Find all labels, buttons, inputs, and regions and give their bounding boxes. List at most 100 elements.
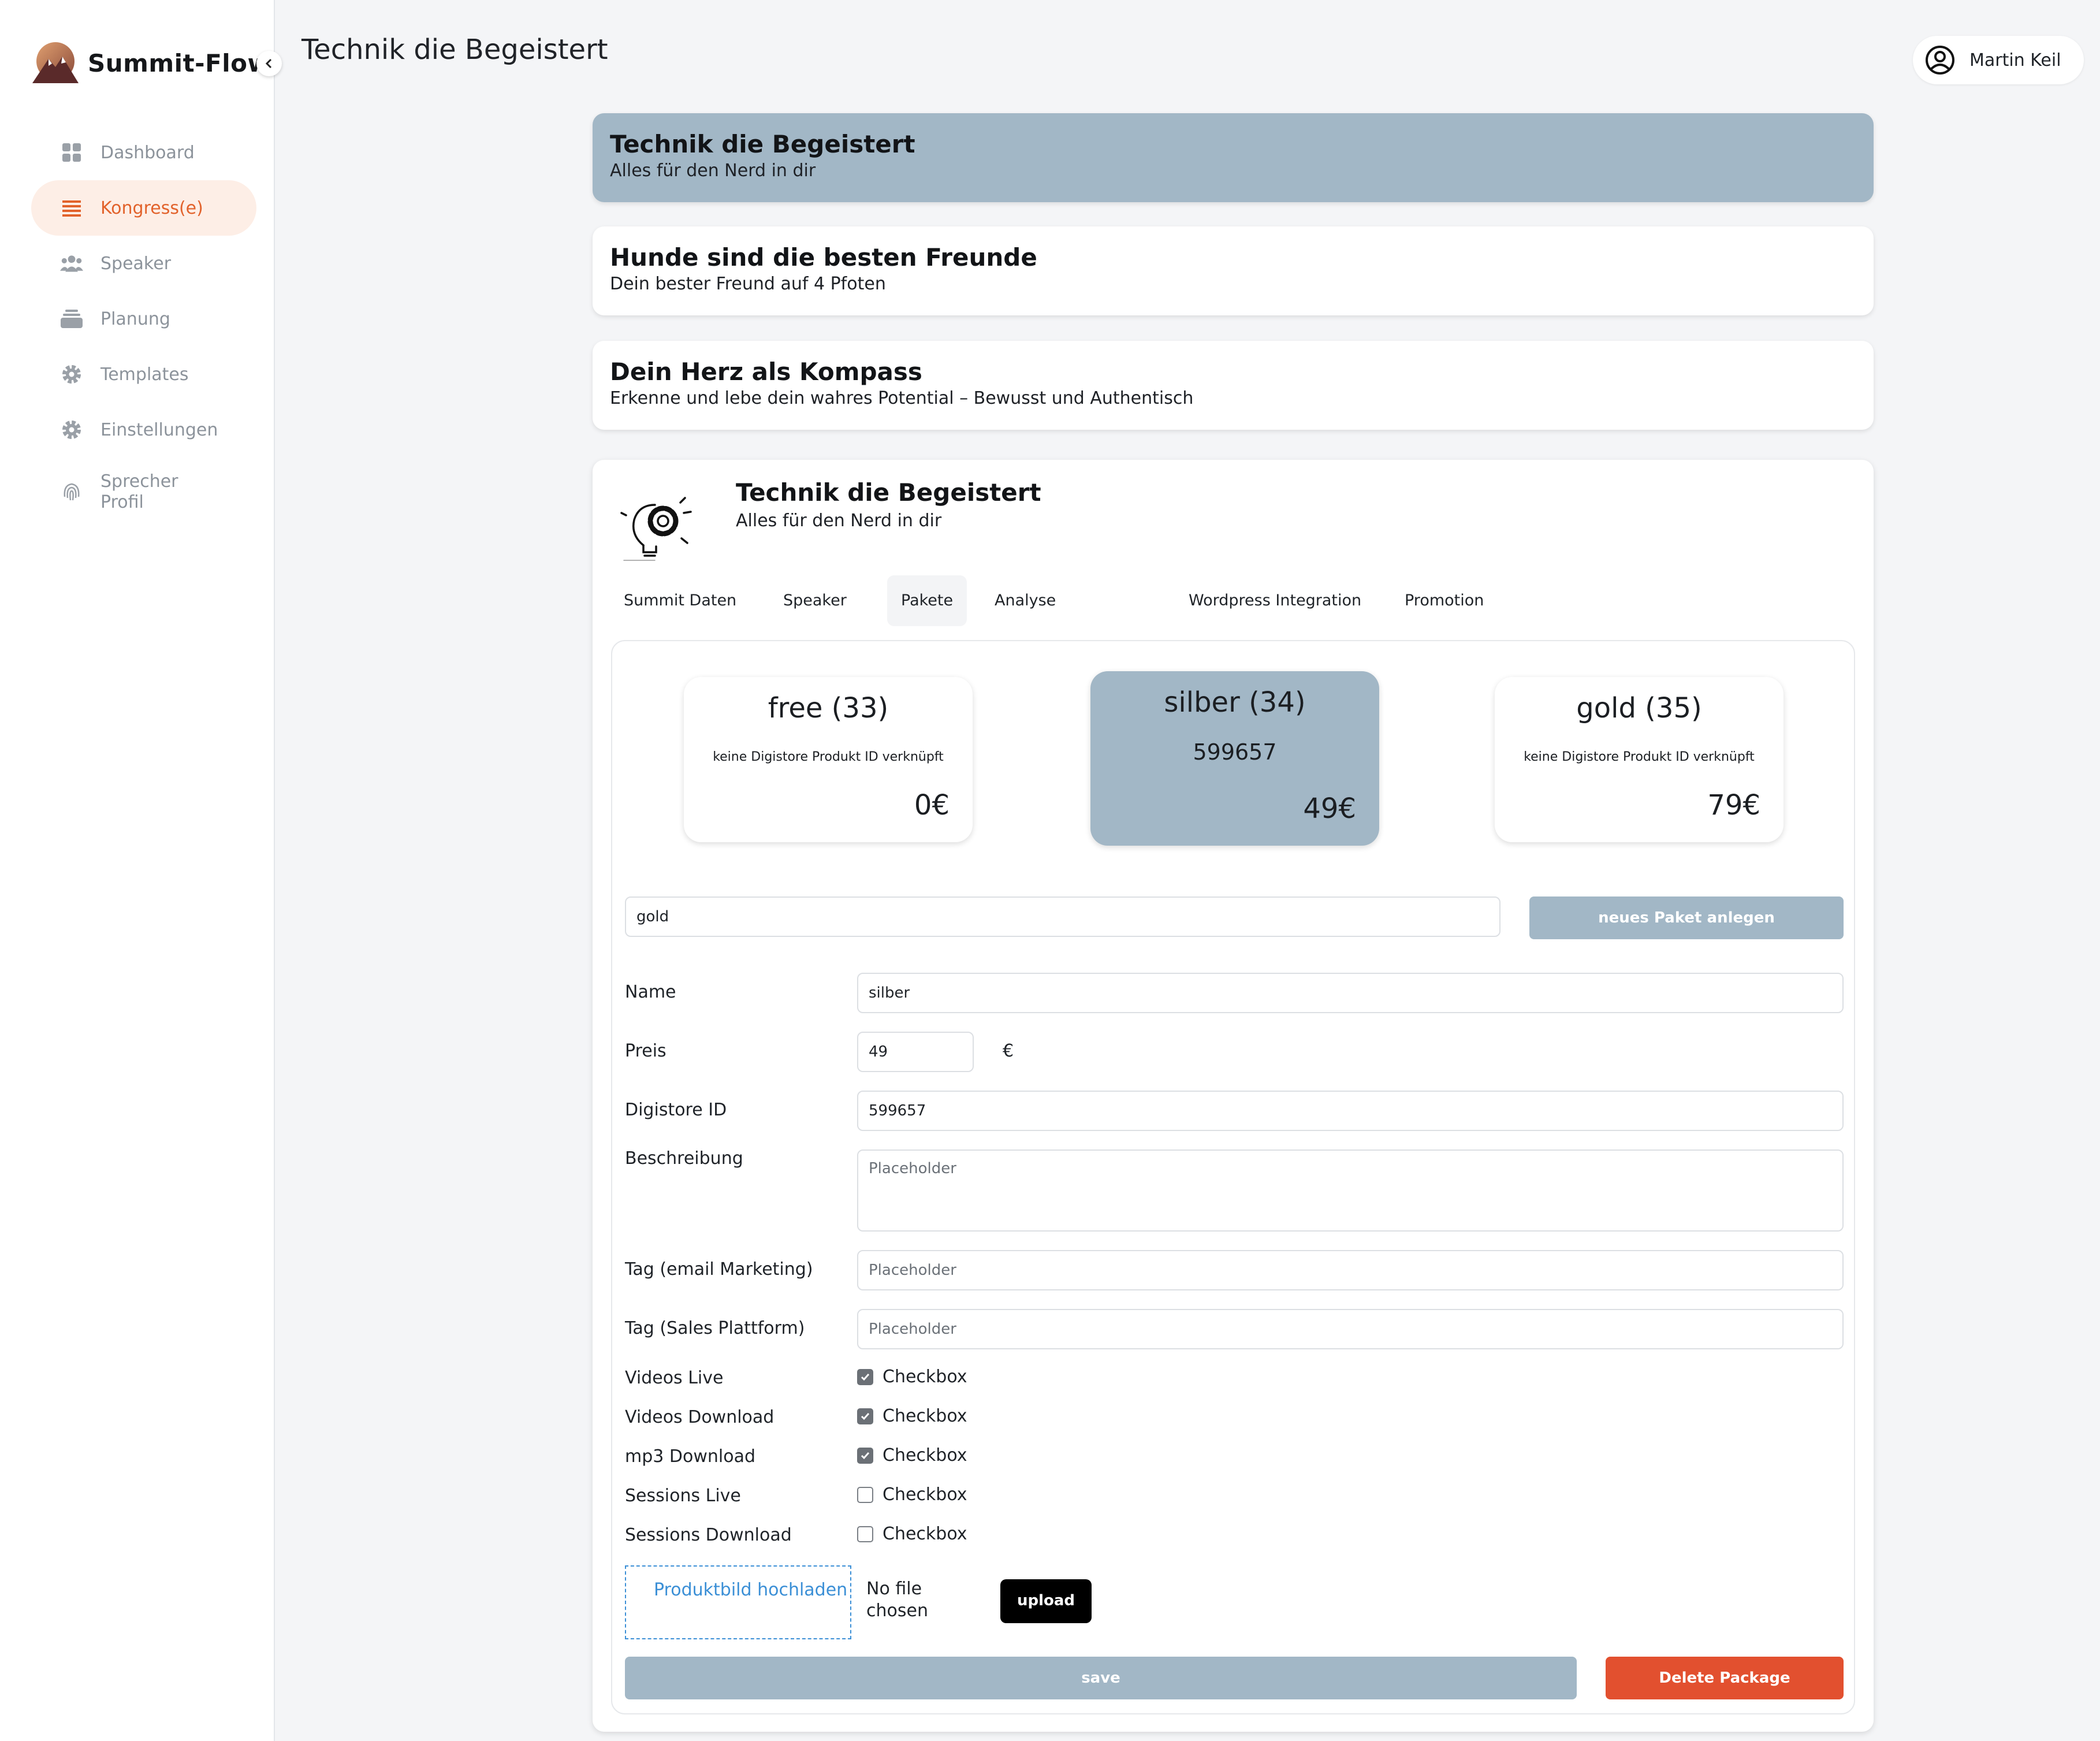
- congress-title: Technik die Begeistert: [610, 130, 915, 158]
- sidebar-item-label: Planung: [100, 308, 170, 329]
- name-label: Name: [625, 982, 676, 1002]
- tab-promotion[interactable]: Promotion: [1391, 575, 1498, 626]
- detail-title: Technik die Begeistert: [736, 478, 1041, 507]
- stack-icon: [60, 307, 83, 330]
- package-card-silber[interactable]: silber (34) 599657 49€: [1090, 671, 1379, 846]
- package-card-gold[interactable]: gold (35) keine Digistore Produkt ID ver…: [1495, 677, 1783, 842]
- detail-subtitle: Alles für den Nerd in dir: [736, 511, 942, 531]
- package-digistore-id: 599657: [1193, 739, 1277, 765]
- videos-live-checkbox[interactable]: [857, 1368, 873, 1385]
- logo[interactable]: Summit-Flow: [31, 42, 270, 84]
- tab-analyse[interactable]: Analyse: [981, 575, 1070, 626]
- fingerprint-icon: [60, 481, 83, 504]
- congress-card[interactable]: Dein Herz als Kompass Erkenne und lebe d…: [593, 341, 1874, 430]
- package-name: free (33): [768, 692, 889, 724]
- tag-sales-field[interactable]: Placeholder: [857, 1309, 1844, 1349]
- checkbox-text: Checkbox: [883, 1406, 967, 1426]
- digistore-id-label: Digistore ID: [625, 1100, 727, 1120]
- sessions-download-checkbox[interactable]: [857, 1526, 873, 1542]
- mp3-download-checkbox[interactable]: [857, 1447, 873, 1464]
- user-avatar-icon: [1926, 46, 1954, 75]
- checkmark-icon: [861, 1412, 870, 1420]
- file-status: No file chosen: [866, 1579, 928, 1621]
- videos-download-label: Videos Download: [625, 1407, 775, 1427]
- sidebar-item-planung[interactable]: Planung: [31, 291, 256, 347]
- sidebar-item-einstellungen[interactable]: Einstellungen: [31, 402, 256, 457]
- sessions-live-label: Sessions Live: [625, 1486, 741, 1506]
- sessions-download-label: Sessions Download: [625, 1525, 792, 1545]
- congress-detail-panel: Technik die Begeistert Alles für den Ner…: [593, 460, 1874, 1732]
- sidebar-item-speaker[interactable]: Speaker: [31, 236, 256, 291]
- currency-label: €: [1003, 1041, 1014, 1061]
- congress-subtitle: Dein bester Freund auf 4 Pfoten: [610, 274, 886, 294]
- lightbulb-gear-icon: [620, 497, 692, 561]
- checkbox-text: Checkbox: [883, 1524, 967, 1544]
- detail-tabs: Summit Daten Speaker Pakete Analyse Word…: [610, 575, 1857, 626]
- digistore-id-field[interactable]: 599657: [857, 1091, 1844, 1131]
- sidebar-item-label: Einstellungen: [100, 419, 218, 440]
- congress-title: Dein Herz als Kompass: [610, 358, 922, 386]
- new-package-name-input[interactable]: gold: [625, 896, 1500, 937]
- videos-live-label: Videos Live: [625, 1368, 724, 1388]
- sidebar-item-label: Sprecher Profil: [100, 471, 178, 512]
- package-name: gold (35): [1576, 692, 1702, 724]
- package-digistore-id: keine Digistore Produkt ID verknüpft: [713, 750, 944, 764]
- new-package-button[interactable]: neues Paket anlegen: [1529, 896, 1844, 939]
- chevron-left-icon: [265, 58, 272, 69]
- videos-live-checkbox-row[interactable]: Checkbox: [857, 1367, 967, 1387]
- dashboard-icon: [60, 141, 83, 164]
- description-textarea[interactable]: Placeholder: [857, 1149, 1844, 1232]
- package-name-field[interactable]: silber: [857, 973, 1844, 1013]
- sidebar-item-label: Speaker: [100, 253, 172, 274]
- congress-title: Hunde sind die besten Freunde: [610, 243, 1037, 271]
- user-menu-button[interactable]: Martin Keil: [1913, 36, 2084, 84]
- tab-speaker[interactable]: Speaker: [769, 575, 861, 626]
- user-name: Martin Keil: [1969, 50, 2061, 70]
- sidebar-item-label: Templates: [100, 364, 189, 385]
- sidebar-item-label: Dashboard: [100, 142, 195, 163]
- checkmark-icon: [861, 1452, 870, 1459]
- congress-card[interactable]: Technik die Begeistert Alles für den Ner…: [593, 113, 1874, 202]
- delete-package-button[interactable]: Delete Package: [1606, 1657, 1844, 1699]
- package-digistore-id: keine Digistore Produkt ID verknüpft: [1524, 750, 1755, 764]
- tag-email-label: Tag (email Marketing): [625, 1259, 813, 1279]
- sidebar-item-kongresse[interactable]: Kongress(e): [31, 180, 256, 236]
- app-name: Summit-Flow: [88, 49, 270, 77]
- upload-button[interactable]: upload: [1000, 1579, 1092, 1623]
- packages-panel: free (33) keine Digistore Produkt ID ver…: [611, 640, 1855, 1714]
- sidebar-nav: Dashboard Kongress(e) Speaker Planung Te…: [31, 125, 256, 527]
- congress-subtitle: Erkenne und lebe dein wahres Potential –…: [610, 388, 1194, 408]
- congress-card[interactable]: Hunde sind die besten Freunde Dein beste…: [593, 226, 1874, 315]
- checkbox-text: Checkbox: [883, 1367, 967, 1387]
- sessions-download-checkbox-row[interactable]: Checkbox: [857, 1524, 967, 1544]
- gear-icon: [60, 363, 83, 386]
- tag-email-field[interactable]: Placeholder: [857, 1250, 1844, 1290]
- package-price: 79€: [1707, 789, 1760, 821]
- product-image-dropzone[interactable]: Produktbild hochladen: [625, 1565, 851, 1639]
- list-icon: [60, 196, 83, 220]
- save-button[interactable]: save: [625, 1657, 1577, 1699]
- sidebar: Summit-Flow Dashboard Kongress(e) Speake…: [0, 0, 282, 1741]
- package-price: 0€: [914, 789, 950, 821]
- sessions-live-checkbox-row[interactable]: Checkbox: [857, 1485, 967, 1505]
- package-card-free[interactable]: free (33) keine Digistore Produkt ID ver…: [684, 677, 973, 842]
- mp3-download-label: mp3 Download: [625, 1446, 756, 1467]
- sidebar-item-templates[interactable]: Templates: [31, 347, 256, 402]
- checkmark-icon: [861, 1373, 870, 1381]
- package-name: silber (34): [1164, 686, 1306, 719]
- videos-download-checkbox[interactable]: [857, 1408, 873, 1424]
- page-title: Technik die Begeistert: [301, 34, 608, 66]
- price-field[interactable]: 49: [857, 1032, 974, 1072]
- sidebar-item-label: Kongress(e): [100, 198, 203, 218]
- tab-wordpress-integration[interactable]: Wordpress Integration: [1175, 575, 1375, 626]
- videos-download-checkbox-row[interactable]: Checkbox: [857, 1406, 967, 1426]
- sidebar-item-sprecher-profil[interactable]: Sprecher Profil: [31, 457, 256, 527]
- congress-subtitle: Alles für den Nerd in dir: [610, 161, 816, 181]
- tab-summit-daten[interactable]: Summit Daten: [610, 575, 750, 626]
- tab-pakete[interactable]: Pakete: [887, 575, 967, 626]
- sessions-live-checkbox[interactable]: [857, 1486, 873, 1503]
- collapse-sidebar-button[interactable]: [256, 51, 282, 76]
- mp3-download-checkbox-row[interactable]: Checkbox: [857, 1445, 967, 1465]
- tag-sales-label: Tag (Sales Plattform): [625, 1318, 805, 1338]
- sidebar-item-dashboard[interactable]: Dashboard: [31, 125, 256, 180]
